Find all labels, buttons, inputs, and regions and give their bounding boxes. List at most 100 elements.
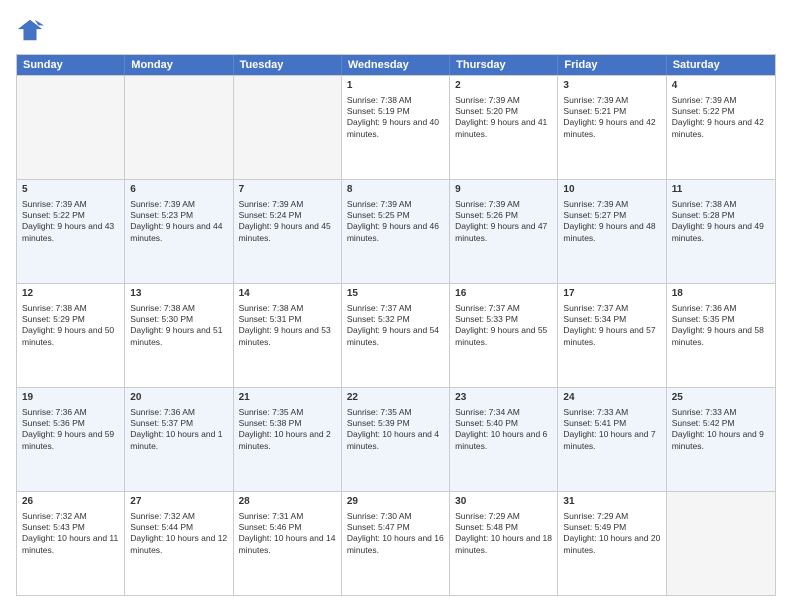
weekday-header-wednesday: Wednesday bbox=[342, 55, 450, 75]
calendar-cell: 17 Sunrise: 7:37 AM Sunset: 5:34 PM Dayli… bbox=[558, 284, 666, 387]
day-number: 17 bbox=[563, 287, 660, 301]
calendar-cell: 31Sunrise: 7:29 AM Sunset: 5:49 PM Dayli… bbox=[558, 492, 666, 595]
calendar-cell: 16Sunrise: 7:37 AM Sunset: 5:33 PM Dayli… bbox=[450, 284, 558, 387]
day-number: 10 bbox=[563, 183, 660, 197]
weekday-header-monday: Monday bbox=[125, 55, 233, 75]
calendar-cell: 10 Sunrise: 7:39 AM Sunset: 5:27 PM Dayli… bbox=[558, 180, 666, 283]
calendar-cell: 26 Sunrise: 7:32 AM Sunset: 5:43 PM Dayli… bbox=[17, 492, 125, 595]
calendar-cell: 11 Sunrise: 7:38 AM Sunset: 5:28 PM Dayli… bbox=[667, 180, 775, 283]
cell-info: Sunrise: 7:31 AM Sunset: 5:46 PM Dayligh… bbox=[239, 511, 336, 557]
day-number: 20 bbox=[130, 391, 227, 405]
calendar: SundayMondayTuesdayWednesdayThursdayFrid… bbox=[16, 54, 776, 596]
calendar-cell: 24 Sunrise: 7:33 AM Sunset: 5:41 PM Dayli… bbox=[558, 388, 666, 491]
day-number: 19 bbox=[22, 391, 119, 405]
calendar-cell: 5Sunrise: 7:39 AM Sunset: 5:22 PM Daylig… bbox=[17, 180, 125, 283]
day-number: 14 bbox=[239, 287, 336, 301]
calendar-cell: 4 Sunrise: 7:39 AM Sunset: 5:22 PM Daylig… bbox=[667, 76, 775, 179]
cell-info: Sunrise: 7:29 AM Sunset: 5:48 PM Dayligh… bbox=[455, 511, 552, 557]
cell-info: Sunrise: 7:38 AM Sunset: 5:28 PM Dayligh… bbox=[672, 199, 770, 245]
calendar-cell: 3Sunrise: 7:39 AM Sunset: 5:21 PM Daylig… bbox=[558, 76, 666, 179]
cell-info: Sunrise: 7:36 AM Sunset: 5:36 PM Dayligh… bbox=[22, 407, 119, 453]
calendar-cell: 1 Sunrise: 7:38 AM Sunset: 5:19 PM Daylig… bbox=[342, 76, 450, 179]
day-number: 18 bbox=[672, 287, 770, 301]
calendar-cell: 27 Sunrise: 7:32 AM Sunset: 5:44 PM Dayli… bbox=[125, 492, 233, 595]
calendar-cell: 12 Sunrise: 7:38 AM Sunset: 5:29 PM Dayli… bbox=[17, 284, 125, 387]
cell-info: Sunrise: 7:32 AM Sunset: 5:44 PM Dayligh… bbox=[130, 511, 227, 557]
cell-info: Sunrise: 7:38 AM Sunset: 5:19 PM Dayligh… bbox=[347, 95, 444, 141]
cell-info: Sunrise: 7:39 AM Sunset: 5:26 PM Dayligh… bbox=[455, 199, 552, 245]
day-number: 29 bbox=[347, 495, 444, 509]
calendar-cell: 19 Sunrise: 7:36 AM Sunset: 5:36 PM Dayli… bbox=[17, 388, 125, 491]
cell-info: Sunrise: 7:39 AM Sunset: 5:24 PM Dayligh… bbox=[239, 199, 336, 245]
day-number: 27 bbox=[130, 495, 227, 509]
day-number: 25 bbox=[672, 391, 770, 405]
calendar-cell: 28 Sunrise: 7:31 AM Sunset: 5:46 PM Dayli… bbox=[234, 492, 342, 595]
logo-bird-icon bbox=[16, 16, 44, 44]
header bbox=[16, 16, 776, 44]
calendar-header: SundayMondayTuesdayWednesdayThursdayFrid… bbox=[17, 55, 775, 75]
calendar-cell: 21Sunrise: 7:35 AM Sunset: 5:38 PM Dayli… bbox=[234, 388, 342, 491]
calendar-row-0: 1 Sunrise: 7:38 AM Sunset: 5:19 PM Daylig… bbox=[17, 75, 775, 179]
calendar-cell: 20 Sunrise: 7:36 AM Sunset: 5:37 PM Dayli… bbox=[125, 388, 233, 491]
day-number: 6 bbox=[130, 183, 227, 197]
weekday-header-thursday: Thursday bbox=[450, 55, 558, 75]
day-number: 28 bbox=[239, 495, 336, 509]
day-number: 16 bbox=[455, 287, 552, 301]
calendar-body: 1 Sunrise: 7:38 AM Sunset: 5:19 PM Daylig… bbox=[17, 75, 775, 595]
cell-info: Sunrise: 7:36 AM Sunset: 5:35 PM Dayligh… bbox=[672, 303, 770, 349]
day-number: 7 bbox=[239, 183, 336, 197]
cell-info: Sunrise: 7:39 AM Sunset: 5:27 PM Dayligh… bbox=[563, 199, 660, 245]
cell-info: Sunrise: 7:39 AM Sunset: 5:20 PM Dayligh… bbox=[455, 95, 552, 141]
calendar-cell: 18 Sunrise: 7:36 AM Sunset: 5:35 PM Dayli… bbox=[667, 284, 775, 387]
cell-info: Sunrise: 7:39 AM Sunset: 5:22 PM Dayligh… bbox=[672, 95, 770, 141]
cell-info: Sunrise: 7:33 AM Sunset: 5:42 PM Dayligh… bbox=[672, 407, 770, 453]
cell-info: Sunrise: 7:33 AM Sunset: 5:41 PM Dayligh… bbox=[563, 407, 660, 453]
cell-info: Sunrise: 7:37 AM Sunset: 5:32 PM Dayligh… bbox=[347, 303, 444, 349]
calendar-cell: 29Sunrise: 7:30 AM Sunset: 5:47 PM Dayli… bbox=[342, 492, 450, 595]
day-number: 9 bbox=[455, 183, 552, 197]
logo bbox=[16, 16, 48, 44]
cell-info: Sunrise: 7:38 AM Sunset: 5:30 PM Dayligh… bbox=[130, 303, 227, 349]
day-number: 15 bbox=[347, 287, 444, 301]
calendar-cell: 14Sunrise: 7:38 AM Sunset: 5:31 PM Dayli… bbox=[234, 284, 342, 387]
calendar-cell: 9 Sunrise: 7:39 AM Sunset: 5:26 PM Daylig… bbox=[450, 180, 558, 283]
day-number: 26 bbox=[22, 495, 119, 509]
day-number: 13 bbox=[130, 287, 227, 301]
cell-info: Sunrise: 7:36 AM Sunset: 5:37 PM Dayligh… bbox=[130, 407, 227, 453]
calendar-cell: 2 Sunrise: 7:39 AM Sunset: 5:20 PM Daylig… bbox=[450, 76, 558, 179]
calendar-cell: 8 Sunrise: 7:39 AM Sunset: 5:25 PM Daylig… bbox=[342, 180, 450, 283]
cell-info: Sunrise: 7:37 AM Sunset: 5:34 PM Dayligh… bbox=[563, 303, 660, 349]
day-number: 24 bbox=[563, 391, 660, 405]
calendar-row-3: 19 Sunrise: 7:36 AM Sunset: 5:36 PM Dayli… bbox=[17, 387, 775, 491]
calendar-row-4: 26 Sunrise: 7:32 AM Sunset: 5:43 PM Dayli… bbox=[17, 491, 775, 595]
calendar-cell bbox=[17, 76, 125, 179]
calendar-cell: 15 Sunrise: 7:37 AM Sunset: 5:32 PM Dayli… bbox=[342, 284, 450, 387]
day-number: 30 bbox=[455, 495, 552, 509]
calendar-cell bbox=[667, 492, 775, 595]
weekday-header-sunday: Sunday bbox=[17, 55, 125, 75]
cell-info: Sunrise: 7:34 AM Sunset: 5:40 PM Dayligh… bbox=[455, 407, 552, 453]
weekday-header-tuesday: Tuesday bbox=[234, 55, 342, 75]
calendar-row-1: 5Sunrise: 7:39 AM Sunset: 5:22 PM Daylig… bbox=[17, 179, 775, 283]
calendar-cell bbox=[234, 76, 342, 179]
cell-info: Sunrise: 7:39 AM Sunset: 5:25 PM Dayligh… bbox=[347, 199, 444, 245]
cell-info: Sunrise: 7:35 AM Sunset: 5:39 PM Dayligh… bbox=[347, 407, 444, 453]
cell-info: Sunrise: 7:38 AM Sunset: 5:29 PM Dayligh… bbox=[22, 303, 119, 349]
calendar-cell: 22 Sunrise: 7:35 AM Sunset: 5:39 PM Dayli… bbox=[342, 388, 450, 491]
day-number: 31 bbox=[563, 495, 660, 509]
day-number: 4 bbox=[672, 79, 770, 93]
weekday-header-friday: Friday bbox=[558, 55, 666, 75]
calendar-cell: 30 Sunrise: 7:29 AM Sunset: 5:48 PM Dayli… bbox=[450, 492, 558, 595]
cell-info: Sunrise: 7:32 AM Sunset: 5:43 PM Dayligh… bbox=[22, 511, 119, 557]
day-number: 11 bbox=[672, 183, 770, 197]
day-number: 3 bbox=[563, 79, 660, 93]
day-number: 2 bbox=[455, 79, 552, 93]
calendar-cell: 25 Sunrise: 7:33 AM Sunset: 5:42 PM Dayli… bbox=[667, 388, 775, 491]
cell-info: Sunrise: 7:39 AM Sunset: 5:22 PM Dayligh… bbox=[22, 199, 119, 245]
page-container: SundayMondayTuesdayWednesdayThursdayFrid… bbox=[0, 0, 792, 612]
day-number: 8 bbox=[347, 183, 444, 197]
day-number: 1 bbox=[347, 79, 444, 93]
day-number: 22 bbox=[347, 391, 444, 405]
day-number: 12 bbox=[22, 287, 119, 301]
cell-info: Sunrise: 7:35 AM Sunset: 5:38 PM Dayligh… bbox=[239, 407, 336, 453]
